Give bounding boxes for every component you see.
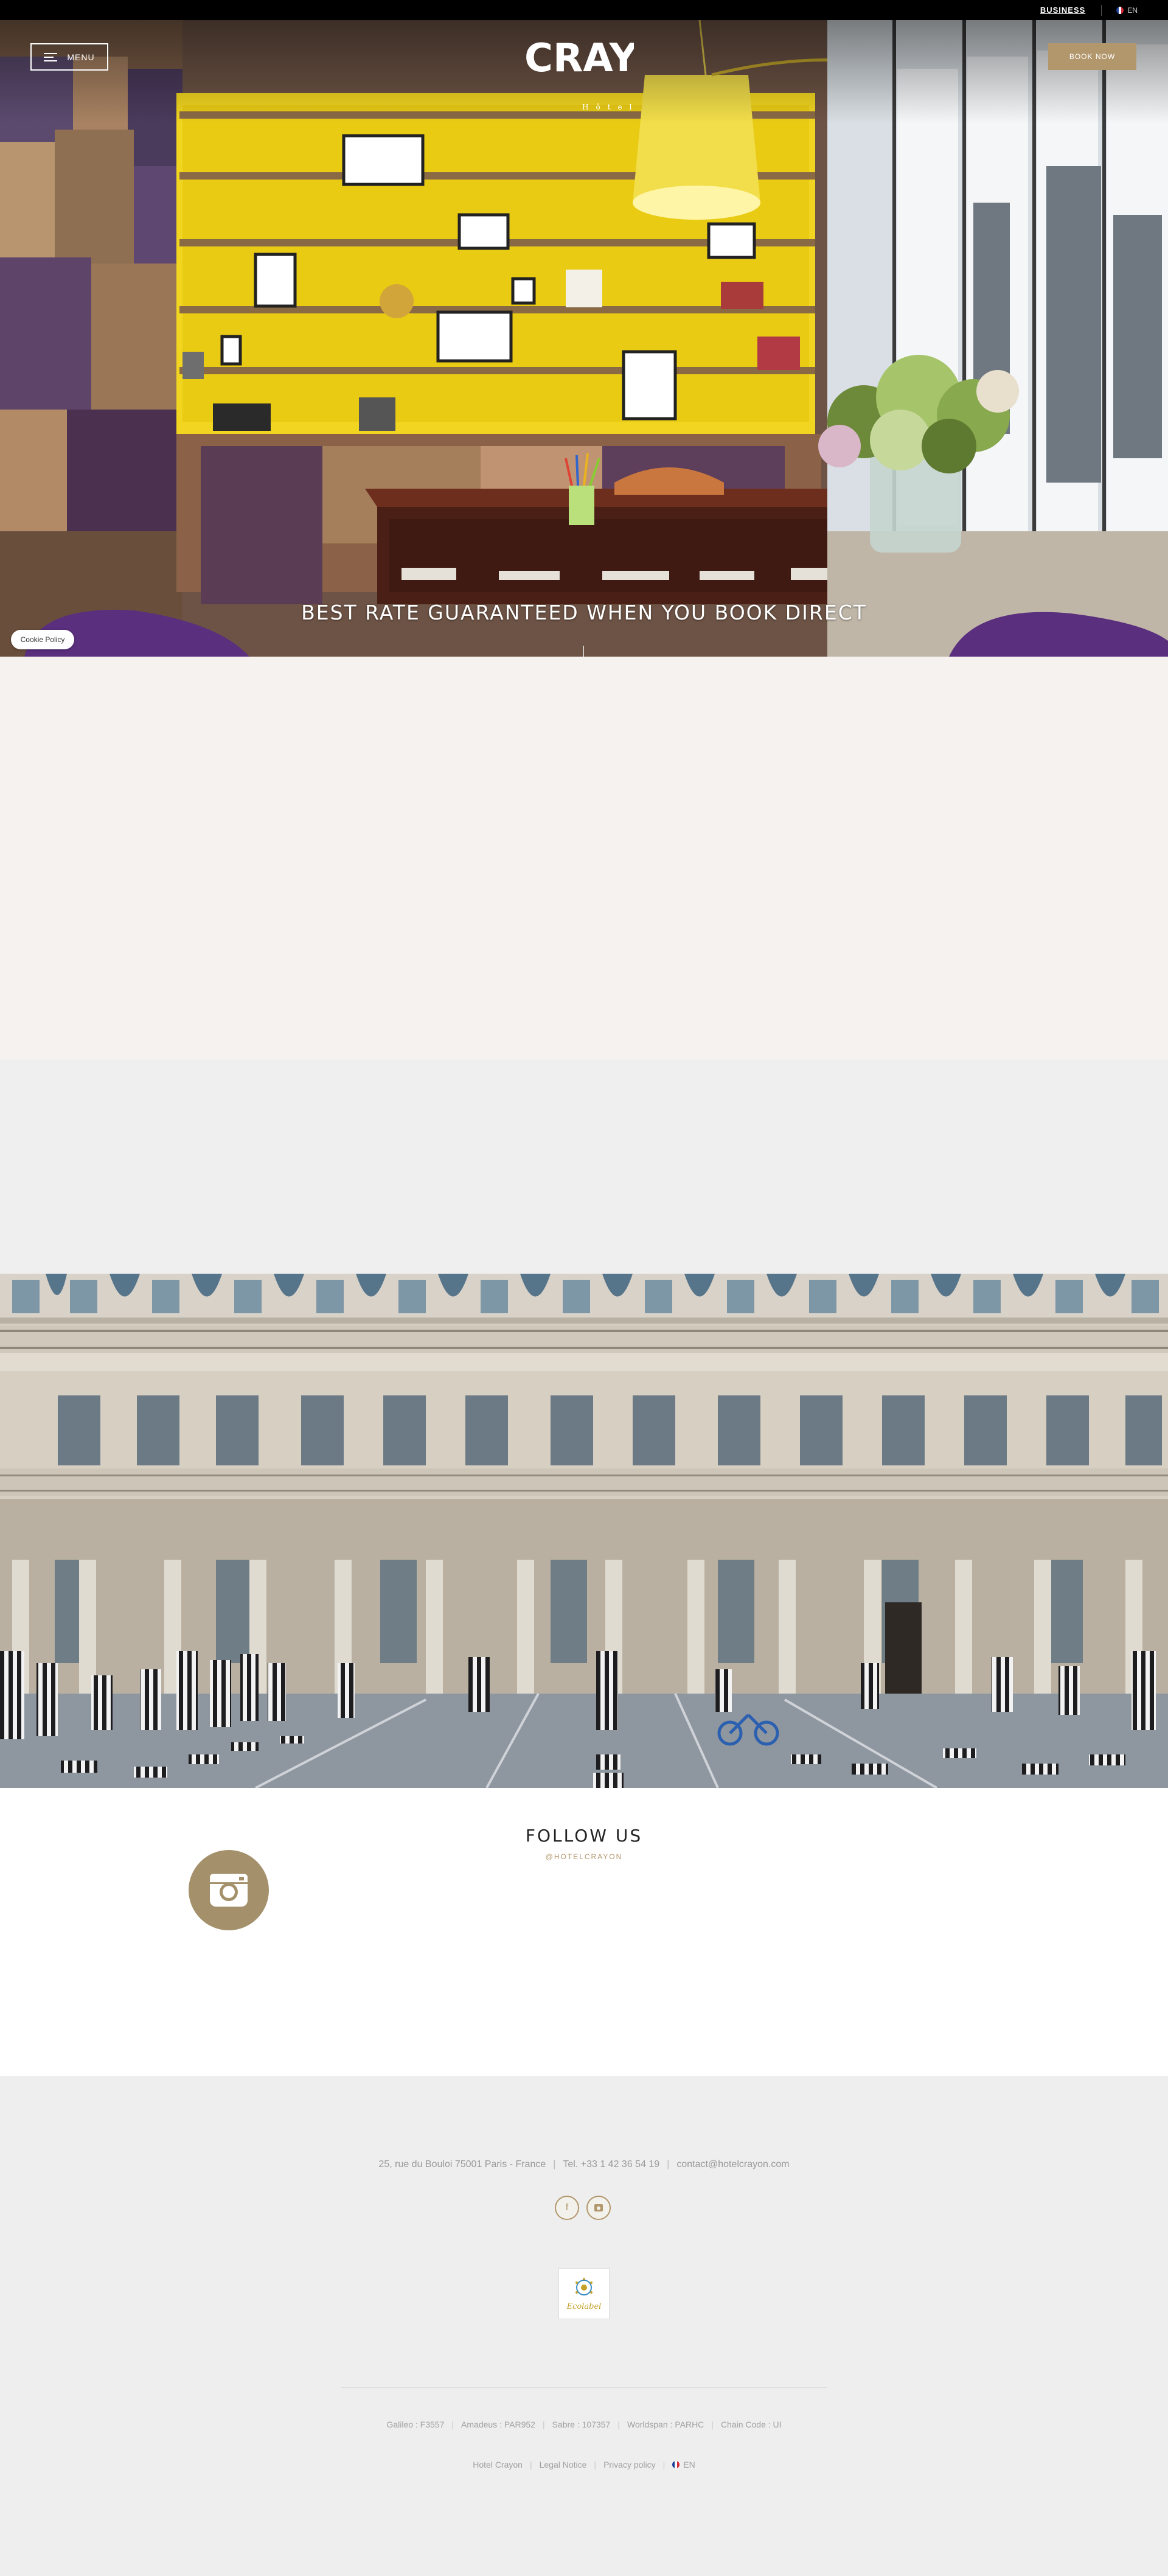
instagram-handle[interactable]: @HOTELCRAYON xyxy=(0,1852,1168,1861)
language-label: EN xyxy=(1127,5,1138,15)
footer-contact: 25, rue du Bouloi 75001 Paris - France | T… xyxy=(378,2159,790,2169)
palais-royal-photo xyxy=(0,1274,1168,1788)
business-link[interactable]: BUSINESS xyxy=(1040,5,1085,15)
gds-code: Galileo : F3557 xyxy=(386,2420,445,2429)
cookie-policy-button[interactable]: Cookie Policy xyxy=(11,630,74,649)
follow-title: FOLLOW US xyxy=(525,1826,643,1846)
top-bar: BUSINESS EN xyxy=(0,0,1168,20)
footer-link-hotel[interactable]: Hotel Crayon xyxy=(473,2460,523,2470)
logo-text: CRAYON xyxy=(524,36,634,81)
gallery-photo xyxy=(0,1274,1168,1788)
menu-label: MENU xyxy=(67,52,95,62)
language-selector[interactable]: EN xyxy=(1116,6,1138,15)
footer-language-selector[interactable]: EN xyxy=(672,2460,695,2470)
address: 25, rue du Bouloi 75001 Paris - France xyxy=(378,2159,546,2169)
content-section-beige xyxy=(0,657,1168,1059)
ecolabel-text: Ecolabel xyxy=(566,2302,602,2311)
instagram-icon[interactable] xyxy=(189,1850,269,1930)
menu-button[interactable]: MENU xyxy=(30,43,108,71)
gds-code: Chain Code : UI xyxy=(720,2420,782,2429)
gds-code: Amadeus : PAR952 xyxy=(461,2420,535,2429)
ecolabel-flower-icon xyxy=(575,2277,593,2295)
hotel-logo[interactable]: CRAYON Hôtel xyxy=(524,33,634,119)
email-link[interactable]: contact@hotelcrayon.com xyxy=(676,2159,789,2169)
gds-code: Worldspan : PARHC xyxy=(627,2420,704,2429)
phone-link[interactable]: Tel. +33 1 42 36 54 19 xyxy=(563,2159,659,2169)
gds-code: Sabre : 107357 xyxy=(552,2420,611,2429)
flag-uk-icon xyxy=(1116,6,1124,14)
legal-links: Hotel Crayon | Legal Notice | Privacy policy… xyxy=(473,2460,695,2470)
hero-section: MENU CRAYON Hôtel BOOK NOW BEST RATE GUA… xyxy=(0,20,1168,657)
divider xyxy=(1101,4,1102,16)
footer-link-legal-notice[interactable]: Legal Notice xyxy=(540,2460,587,2470)
crayon-logo-mark: CRAYON xyxy=(524,36,634,81)
footer-link-privacy-policy[interactable]: Privacy policy xyxy=(603,2460,656,2470)
hero-title: BEST RATE GUARANTEED WHEN YOU BOOK DIREC… xyxy=(301,601,867,624)
footer: 25, rue du Bouloi 75001 Paris - France | T… xyxy=(0,2076,1168,2576)
instagram-section: FOLLOW US @HOTELCRAYON xyxy=(0,1788,1168,2076)
instagram-icon[interactable] xyxy=(586,2196,611,2220)
footer-language-label: EN xyxy=(683,2460,695,2470)
content-section-grey xyxy=(0,1059,1168,1274)
scroll-indicator xyxy=(583,646,584,657)
social-links: f xyxy=(555,2196,611,2220)
flag-uk-icon xyxy=(672,2461,680,2468)
hamburger-icon xyxy=(44,52,58,61)
footer-divider xyxy=(341,2387,827,2388)
logo-subtitle: Hôtel xyxy=(582,103,639,111)
book-now-button[interactable]: BOOK NOW xyxy=(1048,43,1136,70)
ecolabel-badge: Ecolabel xyxy=(558,2268,610,2319)
facebook-icon[interactable]: f xyxy=(555,2196,579,2220)
gds-codes: Galileo : F3557 | Amadeus : PAR952 | Sabre :… xyxy=(386,2420,782,2429)
